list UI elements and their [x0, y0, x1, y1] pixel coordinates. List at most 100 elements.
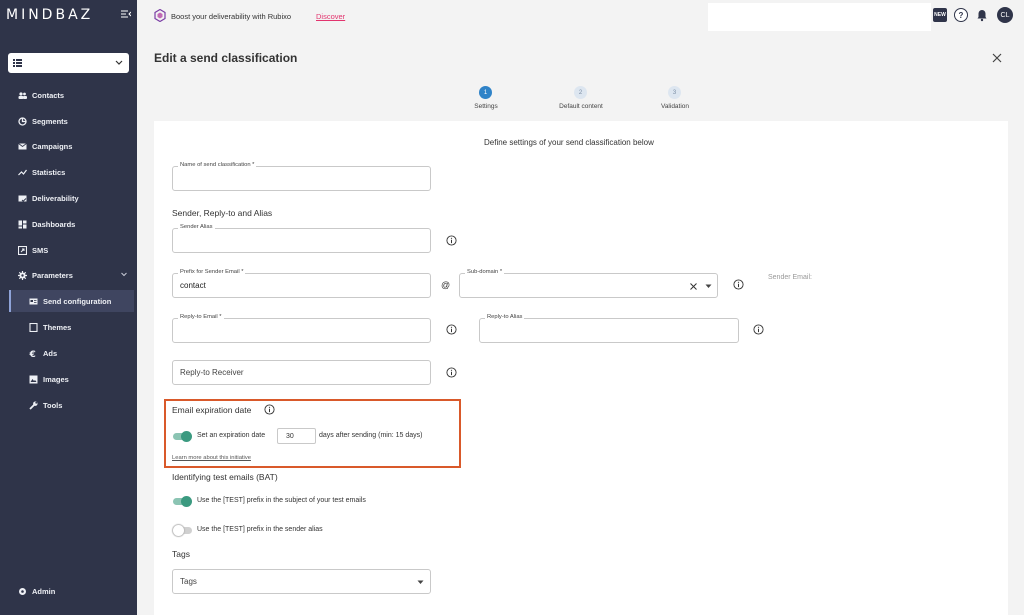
info-icon[interactable] — [753, 324, 764, 335]
expiration-section-title: Email expiration date — [172, 405, 252, 415]
sender-prefix-value: contact — [180, 281, 206, 290]
svg-text:€: € — [29, 350, 36, 358]
tags-placeholder: Tags — [180, 577, 197, 586]
app-logo[interactable]: MINDBAZ — [6, 7, 93, 23]
info-icon[interactable] — [446, 324, 457, 335]
info-icon[interactable] — [446, 235, 457, 246]
sidebar-item-themes[interactable]: Themes — [0, 316, 137, 338]
dashboard-icon — [18, 220, 27, 228]
step-1-label: Settings — [474, 103, 498, 110]
sidebar-item-label: Ads — [43, 348, 58, 358]
expiration-days-input[interactable]: 30 — [277, 428, 316, 444]
image-icon — [29, 375, 38, 383]
name-field[interactable]: Name of send classification * — [172, 162, 431, 191]
tags-select[interactable]: Tags — [172, 569, 431, 594]
sidebar: MINDBAZ Contacts Segments Campaigns Stat… — [0, 0, 137, 615]
reply-to-receiver-text: Reply-to Receiver — [180, 368, 244, 377]
sidebar-item-label: Themes — [43, 322, 72, 332]
wrench-icon — [29, 401, 38, 410]
sidebar-item-admin[interactable]: Admin — [0, 580, 137, 602]
news-badge[interactable]: NEW — [933, 8, 947, 22]
info-icon[interactable] — [733, 279, 744, 290]
step-2-label: Default content — [559, 103, 603, 110]
chart-icon — [18, 169, 27, 175]
sidebar-item-label: Contacts — [32, 90, 65, 100]
sidebar-item-tools[interactable]: Tools — [0, 394, 137, 416]
sidebar-item-send-configuration[interactable]: Send configuration — [9, 290, 134, 312]
sidebar-item-label: SMS — [32, 245, 49, 255]
step-2-circle[interactable]: 2 — [574, 86, 587, 99]
chevron-down-icon — [121, 272, 127, 277]
sidebar-item-label: Deliverability — [32, 193, 79, 203]
sidebar-item-label: Dashboards — [32, 219, 76, 229]
toggle-knob — [173, 525, 184, 536]
bat-section-title: Identifying test emails (BAT) — [172, 472, 278, 482]
sender-section-title: Sender, Reply-to and Alias — [172, 208, 273, 218]
subdomain-label: Sub-domain * — [465, 269, 505, 275]
sidebar-item-label: Campaigns — [32, 141, 73, 151]
close-icon[interactable] — [992, 53, 1002, 63]
bat-subject-label: Use the [TEST] prefix in the subject of … — [197, 497, 366, 504]
expiration-toggle[interactable] — [173, 431, 192, 442]
sidebar-item-label: Tools — [43, 400, 63, 410]
sidebar-item-ads[interactable]: € Ads — [0, 342, 137, 364]
learn-more-link[interactable]: Learn more about this initiative — [172, 455, 251, 461]
workspace-select[interactable] — [8, 53, 129, 73]
bat-alias-label: Use the [TEST] prefix in the sender alia… — [197, 526, 323, 533]
sidebar-item-segments[interactable]: Segments — [0, 110, 137, 132]
page-title: Edit a send classification — [154, 51, 298, 65]
sidebar-item-campaigns[interactable]: Campaigns — [0, 135, 137, 157]
bat-alias-toggle[interactable] — [173, 525, 192, 536]
info-icon[interactable] — [264, 404, 275, 415]
mail-icon — [18, 142, 27, 149]
sidebar-item-label: Parameters — [32, 270, 73, 280]
discover-link[interactable]: Discover — [316, 12, 345, 21]
sms-icon — [18, 245, 27, 255]
sidebar-item-label: Segments — [32, 116, 68, 126]
card-title: Define settings of your send classificat… — [484, 138, 654, 147]
toggle-knob — [181, 431, 192, 442]
sidebar-item-parameters[interactable]: Parameters — [0, 264, 137, 286]
step-3-label: Validation — [660, 103, 690, 110]
step-1-circle[interactable]: 1 — [479, 86, 492, 99]
gear-icon — [18, 270, 27, 280]
tags-section-title: Tags — [172, 549, 190, 559]
reply-to-alias-field[interactable]: Reply-to Alias — [479, 314, 739, 343]
sender-alias-label: Sender Alias — [178, 224, 215, 230]
sidebar-item-dashboards[interactable]: Dashboards — [0, 213, 137, 235]
sender-email-label: Sender Email: — [768, 274, 812, 281]
deliverability-icon — [18, 195, 27, 202]
sidebar-item-label: Images — [43, 374, 69, 384]
top-search-area[interactable] — [708, 3, 931, 31]
subdomain-select[interactable]: Sub-domain * — [459, 269, 718, 298]
sidebar-item-label: Admin — [32, 586, 56, 596]
bell-icon[interactable] — [975, 8, 989, 22]
name-field-label: Name of send classification * — [178, 162, 257, 168]
sidebar-item-images[interactable]: Images — [0, 368, 137, 390]
expiration-toggle-label: Set an expiration date — [197, 432, 266, 439]
chevron-down-icon — [115, 60, 123, 65]
sidebar-item-deliverability[interactable]: Deliverability — [0, 187, 137, 209]
info-icon[interactable] — [446, 367, 457, 378]
list-icon — [13, 59, 22, 67]
clear-icon[interactable] — [690, 283, 697, 290]
step-3-circle[interactable]: 3 — [668, 86, 681, 99]
collapse-menu-icon[interactable] — [121, 9, 131, 19]
sender-alias-field[interactable]: Sender Alias — [172, 224, 431, 253]
euro-icon: € — [29, 350, 36, 358]
segments-icon — [18, 116, 27, 126]
sidebar-item-label: Send configuration — [43, 296, 112, 306]
reply-to-email-label: Reply-to Email * — [178, 314, 224, 320]
bat-subject-toggle[interactable] — [173, 496, 192, 507]
reply-to-email-field[interactable]: Reply-to Email * — [172, 314, 431, 343]
reply-to-receiver-field[interactable]: Reply-to Receiver — [172, 360, 431, 385]
avatar[interactable]: CL — [997, 7, 1013, 23]
help-icon[interactable]: ? — [954, 8, 968, 22]
sidebar-item-contacts[interactable]: Contacts — [0, 84, 137, 106]
top-bar: Boost your deliverability with Rubixo Di… — [137, 0, 1024, 33]
toggle-knob — [181, 496, 192, 507]
sidebar-item-sms[interactable]: SMS — [0, 239, 137, 261]
sidebar-item-statistics[interactable]: Statistics — [0, 161, 137, 183]
sender-prefix-field[interactable]: Prefix for Sender Email * contact — [172, 269, 431, 298]
admin-gear-icon — [19, 587, 26, 595]
